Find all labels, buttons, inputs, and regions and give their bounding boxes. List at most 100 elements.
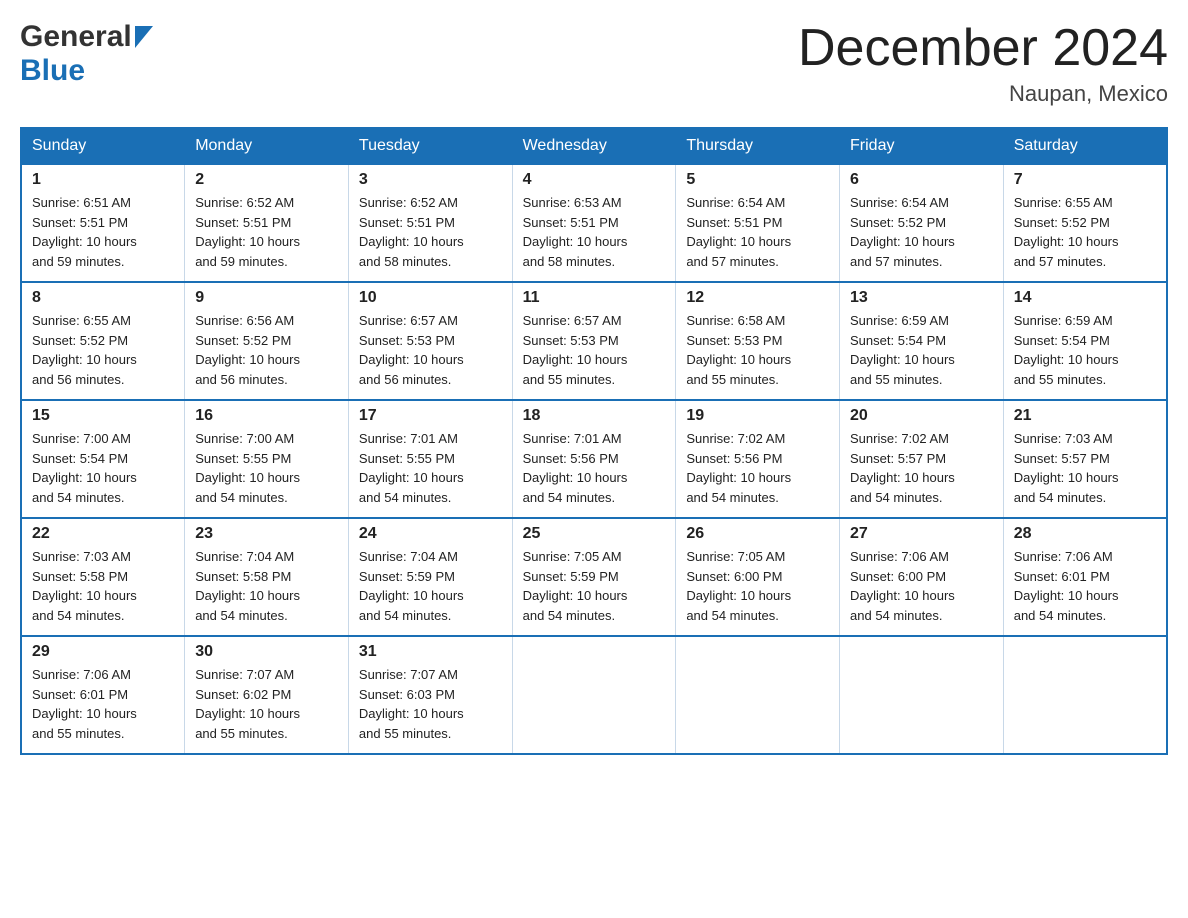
day-number: 7 [1014,171,1156,189]
weekday-header-saturday: Saturday [1003,128,1167,164]
day-info: Sunrise: 6:52 AMSunset: 5:51 PMDaylight:… [359,193,502,271]
day-number: 9 [195,289,338,307]
day-number: 22 [32,525,174,543]
calendar-cell: 4Sunrise: 6:53 AMSunset: 5:51 PMDaylight… [512,164,676,282]
day-info: Sunrise: 7:00 AMSunset: 5:55 PMDaylight:… [195,429,338,507]
calendar-cell: 5 Sunrise: 6:54 AMSunset: 5:51 PMDaylight… [676,164,840,282]
day-info: Sunrise: 6:58 AMSunset: 5:53 PMDaylight:… [686,311,829,389]
calendar-cell: 22 Sunrise: 7:03 AMSunset: 5:58 PMDayligh… [21,518,185,636]
day-number: 10 [359,289,502,307]
day-number: 29 [32,643,174,661]
day-number: 31 [359,643,502,661]
calendar-cell: 24 Sunrise: 7:04 AMSunset: 5:59 PMDayligh… [348,518,512,636]
day-info: Sunrise: 7:03 AMSunset: 5:58 PMDaylight:… [32,547,174,625]
calendar-cell: 23 Sunrise: 7:04 AMSunset: 5:58 PMDayligh… [185,518,349,636]
page-header: General Blue December 2024 Naupan, Mexic… [20,20,1168,107]
day-number: 20 [850,407,993,425]
day-info: Sunrise: 7:04 AMSunset: 5:58 PMDaylight:… [195,547,338,625]
day-number: 2 [195,171,338,189]
day-info: Sunrise: 7:05 AMSunset: 5:59 PMDaylight:… [523,547,666,625]
calendar-cell: 9 Sunrise: 6:56 AMSunset: 5:52 PMDaylight… [185,282,349,400]
month-title: December 2024 [798,20,1168,77]
day-info: Sunrise: 7:06 AMSunset: 6:01 PMDaylight:… [1014,547,1156,625]
logo-blue-text: Blue [20,54,85,87]
calendar-cell: 31Sunrise: 7:07 AMSunset: 6:03 PMDayligh… [348,636,512,754]
calendar-cell [1003,636,1167,754]
day-info: Sunrise: 6:53 AMSunset: 5:51 PMDaylight:… [523,193,666,271]
day-number: 23 [195,525,338,543]
day-number: 8 [32,289,174,307]
logo-general-text: General [20,20,132,54]
week-row-2: 8 Sunrise: 6:55 AMSunset: 5:52 PMDaylight… [21,282,1167,400]
day-info: Sunrise: 7:00 AMSunset: 5:54 PMDaylight:… [32,429,174,507]
day-number: 12 [686,289,829,307]
day-number: 17 [359,407,502,425]
day-number: 28 [1014,525,1156,543]
calendar-cell: 13Sunrise: 6:59 AMSunset: 5:54 PMDayligh… [840,282,1004,400]
day-info: Sunrise: 7:05 AMSunset: 6:00 PMDaylight:… [686,547,829,625]
calendar-cell: 18 Sunrise: 7:01 AMSunset: 5:56 PMDayligh… [512,400,676,518]
calendar-table: SundayMondayTuesdayWednesdayThursdayFrid… [20,127,1168,755]
day-info: Sunrise: 6:59 AMSunset: 5:54 PMDaylight:… [1014,311,1156,389]
calendar-cell: 16 Sunrise: 7:00 AMSunset: 5:55 PMDayligh… [185,400,349,518]
week-row-1: 1 Sunrise: 6:51 AMSunset: 5:51 PMDaylight… [21,164,1167,282]
day-number: 15 [32,407,174,425]
calendar-cell: 7 Sunrise: 6:55 AMSunset: 5:52 PMDaylight… [1003,164,1167,282]
day-number: 13 [850,289,993,307]
day-info: Sunrise: 6:55 AMSunset: 5:52 PMDaylight:… [32,311,174,389]
week-row-3: 15 Sunrise: 7:00 AMSunset: 5:54 PMDayligh… [21,400,1167,518]
day-number: 16 [195,407,338,425]
day-info: Sunrise: 6:52 AMSunset: 5:51 PMDaylight:… [195,193,338,271]
week-row-5: 29 Sunrise: 7:06 AMSunset: 6:01 PMDayligh… [21,636,1167,754]
weekday-header-thursday: Thursday [676,128,840,164]
day-number: 3 [359,171,502,189]
day-info: Sunrise: 6:56 AMSunset: 5:52 PMDaylight:… [195,311,338,389]
day-number: 30 [195,643,338,661]
day-number: 19 [686,407,829,425]
calendar-cell: 27Sunrise: 7:06 AMSunset: 6:00 PMDayligh… [840,518,1004,636]
calendar-cell: 15 Sunrise: 7:00 AMSunset: 5:54 PMDayligh… [21,400,185,518]
calendar-cell [676,636,840,754]
calendar-cell: 20Sunrise: 7:02 AMSunset: 5:57 PMDayligh… [840,400,1004,518]
calendar-cell: 28 Sunrise: 7:06 AMSunset: 6:01 PMDayligh… [1003,518,1167,636]
day-number: 6 [850,171,993,189]
calendar-cell: 10 Sunrise: 6:57 AMSunset: 5:53 PMDayligh… [348,282,512,400]
day-info: Sunrise: 6:55 AMSunset: 5:52 PMDaylight:… [1014,193,1156,271]
day-info: Sunrise: 7:06 AMSunset: 6:01 PMDaylight:… [32,665,174,743]
calendar-cell [840,636,1004,754]
day-info: Sunrise: 7:02 AMSunset: 5:56 PMDaylight:… [686,429,829,507]
day-number: 24 [359,525,502,543]
week-row-4: 22 Sunrise: 7:03 AMSunset: 5:58 PMDayligh… [21,518,1167,636]
day-info: Sunrise: 6:57 AMSunset: 5:53 PMDaylight:… [523,311,666,389]
day-info: Sunrise: 7:07 AMSunset: 6:02 PMDaylight:… [195,665,338,743]
weekday-header-monday: Monday [185,128,349,164]
weekday-header-friday: Friday [840,128,1004,164]
calendar-cell: 11Sunrise: 6:57 AMSunset: 5:53 PMDayligh… [512,282,676,400]
logo-arrow-shape [135,26,153,53]
logo: General Blue [20,20,153,88]
day-info: Sunrise: 7:01 AMSunset: 5:55 PMDaylight:… [359,429,502,507]
calendar-cell: 6Sunrise: 6:54 AMSunset: 5:52 PMDaylight… [840,164,1004,282]
day-info: Sunrise: 7:01 AMSunset: 5:56 PMDaylight:… [523,429,666,507]
day-number: 27 [850,525,993,543]
calendar-cell: 3 Sunrise: 6:52 AMSunset: 5:51 PMDaylight… [348,164,512,282]
weekday-header-wednesday: Wednesday [512,128,676,164]
weekday-header-row: SundayMondayTuesdayWednesdayThursdayFrid… [21,128,1167,164]
calendar-cell: 12 Sunrise: 6:58 AMSunset: 5:53 PMDayligh… [676,282,840,400]
calendar-cell: 30 Sunrise: 7:07 AMSunset: 6:02 PMDayligh… [185,636,349,754]
day-info: Sunrise: 7:04 AMSunset: 5:59 PMDaylight:… [359,547,502,625]
calendar-cell: 17 Sunrise: 7:01 AMSunset: 5:55 PMDayligh… [348,400,512,518]
day-number: 1 [32,171,174,189]
day-info: Sunrise: 6:57 AMSunset: 5:53 PMDaylight:… [359,311,502,389]
calendar-cell: 19 Sunrise: 7:02 AMSunset: 5:56 PMDayligh… [676,400,840,518]
day-number: 18 [523,407,666,425]
calendar-cell: 2 Sunrise: 6:52 AMSunset: 5:51 PMDaylight… [185,164,349,282]
day-info: Sunrise: 6:54 AMSunset: 5:51 PMDaylight:… [686,193,829,271]
location-subtitle: Naupan, Mexico [798,81,1168,107]
day-number: 26 [686,525,829,543]
calendar-cell: 29 Sunrise: 7:06 AMSunset: 6:01 PMDayligh… [21,636,185,754]
day-number: 5 [686,171,829,189]
day-number: 14 [1014,289,1156,307]
calendar-cell: 1 Sunrise: 6:51 AMSunset: 5:51 PMDaylight… [21,164,185,282]
day-info: Sunrise: 6:51 AMSunset: 5:51 PMDaylight:… [32,193,174,271]
